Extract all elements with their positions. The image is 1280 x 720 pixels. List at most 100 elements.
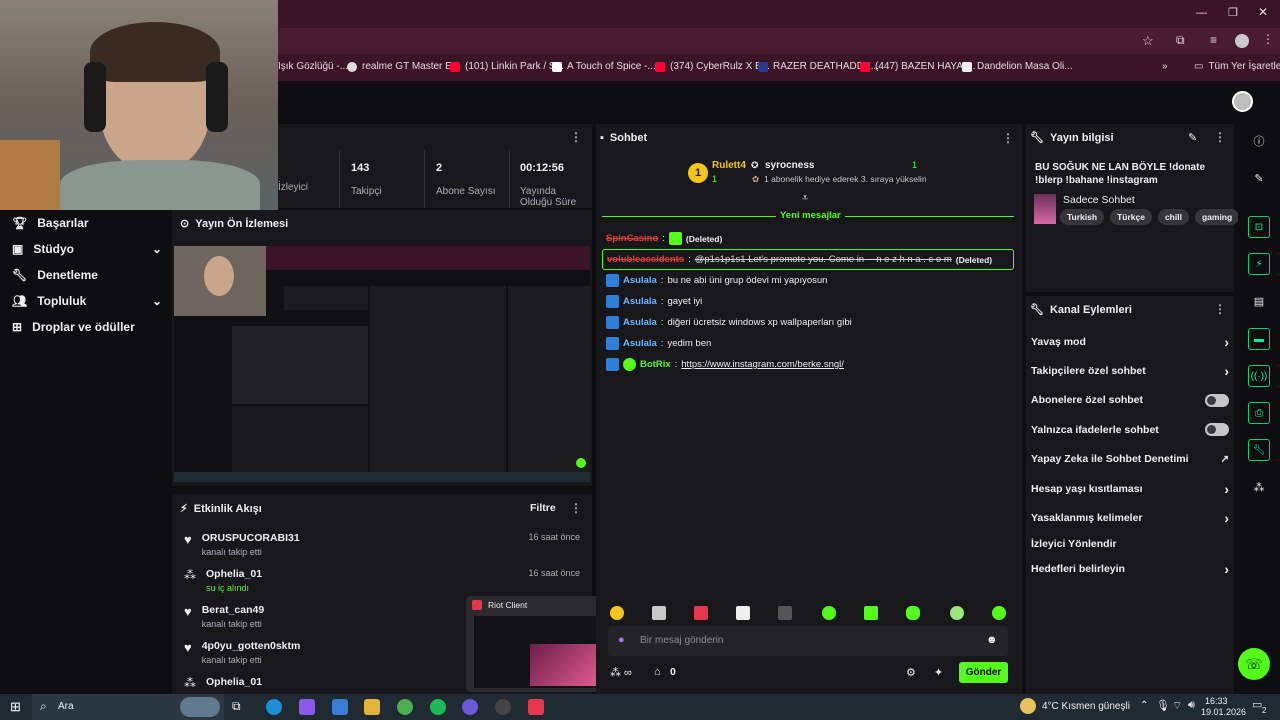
- settings-gear-icon[interactable]: ⚙︎: [906, 666, 916, 679]
- file-explorer-icon[interactable]: [364, 699, 380, 715]
- mic-icon[interactable]: 🎙︎: [1156, 699, 1170, 712]
- stream-info-menu-icon[interactable]: ⋮: [1214, 130, 1226, 144]
- emote-icon[interactable]: [822, 606, 836, 620]
- edit-pencil-icon[interactable]: ✎: [1188, 131, 1197, 144]
- action-banned-words[interactable]: Yasaklanmış kelimeler ›: [1031, 503, 1229, 532]
- action-followers-only[interactable]: Takipçilere özel sohbet ›: [1031, 356, 1229, 385]
- sidebar-item-moderation[interactable]: 🔧︎ Denetleme: [12, 262, 162, 288]
- emote-icon[interactable]: [992, 606, 1006, 620]
- support-icon[interactable]: ☏: [1238, 648, 1270, 680]
- bookmark-item[interactable]: Işık Gözlüğü -...: [278, 61, 348, 72]
- browser-menu-icon[interactable]: ⋮: [1262, 32, 1274, 46]
- stream-preview-video[interactable]: [174, 246, 590, 482]
- chat-menu-icon[interactable]: ⋮: [1002, 131, 1014, 145]
- emote-icon[interactable]: [950, 606, 964, 620]
- wrench-icon[interactable]: 🔧︎: [1248, 439, 1270, 461]
- emote-icon[interactable]: [906, 606, 920, 620]
- filter-button[interactable]: Filtre: [530, 502, 556, 514]
- minimize-icon[interactable]: —: [1196, 7, 1207, 19]
- youtube-icon: [860, 61, 870, 72]
- action-emote-only: Yalnızca ifadelerle sohbet: [1031, 415, 1229, 444]
- tag[interactable]: Turkish: [1060, 209, 1105, 225]
- chrome-icon[interactable]: [397, 699, 413, 715]
- info-icon[interactable]: ⓘ: [1248, 130, 1270, 152]
- bookmark-item[interactable]: (101) Linkin Park / S...: [450, 61, 564, 72]
- sidebar-item-drops[interactable]: ⊞ Droplar ve ödüller: [12, 314, 162, 340]
- emote-icon[interactable]: [652, 606, 666, 620]
- action-host[interactable]: İzleyici Yönlendir: [1031, 533, 1229, 555]
- kick-points-icon[interactable]: ⁂: [1248, 476, 1270, 498]
- emoji-icon[interactable]: ☻: [986, 634, 998, 646]
- obs-icon[interactable]: [495, 699, 511, 715]
- emote-icon[interactable]: [736, 606, 750, 620]
- sidebar-item-community[interactable]: 👥︎ Topluluk ⌄: [12, 288, 162, 314]
- notifications-icon[interactable]: ▭: [1252, 698, 1262, 711]
- chat-input[interactable]: ● Bir mesaj gönderin ☻: [608, 626, 1008, 656]
- store-icon[interactable]: ⌂: [654, 666, 661, 678]
- discord-icon[interactable]: [462, 699, 478, 715]
- puzzle-icon[interactable]: ✦: [934, 666, 943, 679]
- expand-icon[interactable]: ⩡: [802, 192, 808, 205]
- chevron-up-icon[interactable]: ⌃: [1140, 700, 1148, 711]
- clip-icon[interactable]: ⊡: [1248, 216, 1270, 238]
- wrench-icon: 🔧︎: [1030, 304, 1044, 316]
- close-window-icon[interactable]: ✕: [1258, 5, 1268, 19]
- bookmark-item[interactable]: Dandelion Masa Oli...: [962, 61, 1073, 72]
- riot-client-icon[interactable]: [528, 699, 544, 715]
- printer-icon[interactable]: ⎙: [1248, 402, 1270, 424]
- tag[interactable]: gaming: [1194, 209, 1240, 225]
- extensions-icon[interactable]: ⧉: [1176, 33, 1185, 48]
- media-icon[interactable]: ≡: [1210, 33, 1217, 47]
- store-icon[interactable]: [332, 699, 348, 715]
- emote-only-toggle[interactable]: [1205, 423, 1229, 437]
- kick-points-icon[interactable]: ⁂ ∞: [610, 666, 632, 679]
- volume-icon[interactable]: 🔊︎: [1188, 699, 1195, 712]
- spotify-icon[interactable]: [430, 699, 446, 715]
- profile-avatar[interactable]: [1235, 34, 1249, 48]
- bookmark-item[interactable]: A Touch of Spice -...: [552, 61, 656, 72]
- maximize-icon[interactable]: ❐: [1228, 6, 1238, 19]
- broadcast-icon[interactable]: ((·)): [1248, 365, 1270, 387]
- tag[interactable]: chill: [1157, 209, 1189, 225]
- wifi-icon[interactable]: ⌔: [1172, 699, 1182, 713]
- user-avatar[interactable]: [1232, 91, 1253, 112]
- bookmark-folder[interactable]: ▭ Tüm Yer İşaretleri: [1194, 61, 1280, 72]
- chat-bubble-icon[interactable]: ▬: [1248, 328, 1270, 350]
- action-set-goals[interactable]: Hedefleri belirleyin ›: [1031, 555, 1229, 584]
- action-slow-mode[interactable]: Yavaş mod ›: [1031, 327, 1229, 356]
- lightning-icon[interactable]: ⚡︎: [1248, 253, 1270, 275]
- stats-menu-icon[interactable]: ⋮: [570, 130, 582, 144]
- bookmark-item[interactable]: (447) BAZEN HAYAT...: [860, 61, 976, 72]
- emote-icon[interactable]: [694, 606, 708, 620]
- windows-start-icon[interactable]: ⊞: [10, 699, 21, 715]
- sidebar-item-achievements[interactable]: 🏆︎ Başarılar: [12, 210, 162, 236]
- edit-pencil-icon[interactable]: ✎: [1248, 167, 1270, 189]
- action-ai-moderation[interactable]: Yapay Zeka ile Sohbet Denetimi ↗: [1031, 445, 1229, 474]
- weather-icon[interactable]: [1020, 698, 1036, 714]
- category-thumbnail[interactable]: [1034, 194, 1056, 224]
- mic-icon[interactable]: ●: [618, 634, 625, 646]
- action-account-age[interactable]: Hesap yaşı kısıtlaması ›: [1031, 474, 1229, 503]
- stream-title: BU SOĞUK NE LAN BÖYLE !donate !blerp !ba…: [1035, 162, 1206, 186]
- taskbar-search[interactable]: ⌕ Ara: [32, 694, 224, 720]
- edge-icon[interactable]: [266, 699, 282, 715]
- emote-icon[interactable]: [864, 606, 878, 620]
- tag[interactable]: Türkçe: [1110, 209, 1152, 225]
- activity-menu-icon[interactable]: ⋮: [570, 501, 582, 515]
- send-button[interactable]: Gönder: [959, 662, 1008, 683]
- subscribers-only-toggle[interactable]: [1205, 393, 1229, 407]
- chat-link[interactable]: https://www.instagram.com/berke.sngl/: [681, 359, 844, 370]
- channel-actions-menu-icon[interactable]: ⋮: [1214, 302, 1226, 316]
- task-view-icon[interactable]: ⧉: [232, 699, 248, 715]
- more-bookmarks-icon[interactable]: »: [1162, 61, 1168, 72]
- category-name[interactable]: Sadece Sohbet: [1063, 194, 1135, 206]
- emote-icon[interactable]: [610, 606, 624, 620]
- copilot-icon[interactable]: [299, 699, 315, 715]
- bookmark-item[interactable]: (374) CyberRulz X B...: [655, 61, 770, 72]
- riot-client-thumbnail[interactable]: Riot Client: [466, 596, 604, 692]
- emote-icon[interactable]: [778, 606, 792, 620]
- bookmark-item[interactable]: realme GT Master E...: [347, 61, 460, 72]
- sidebar-item-studio[interactable]: ▣ Stüdyo ⌄: [12, 236, 162, 262]
- star-icon[interactable]: ☆: [1142, 33, 1154, 49]
- document-icon[interactable]: ▤: [1248, 290, 1270, 312]
